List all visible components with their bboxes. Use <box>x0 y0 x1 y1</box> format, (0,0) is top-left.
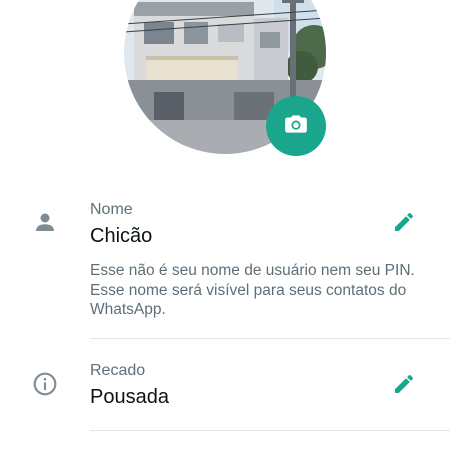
camera-icon <box>283 111 309 142</box>
name-helper-text: Esse não é seu nome de usuário nem seu P… <box>90 262 415 318</box>
divider <box>90 430 450 431</box>
divider <box>90 338 450 339</box>
pencil-icon <box>395 212 414 231</box>
pencil-icon <box>395 374 414 393</box>
profile-photo-container <box>124 0 326 156</box>
name-value[interactable]: Chicão <box>90 225 152 248</box>
change-photo-button[interactable] <box>266 96 326 156</box>
about-value[interactable]: Pousada <box>90 386 169 409</box>
edit-name-button[interactable] <box>392 210 416 239</box>
edit-about-button[interactable] <box>392 372 416 401</box>
about-label: Recado <box>90 362 146 379</box>
info-icon <box>32 371 58 402</box>
name-label: Nome <box>90 201 133 218</box>
person-icon <box>33 210 57 239</box>
